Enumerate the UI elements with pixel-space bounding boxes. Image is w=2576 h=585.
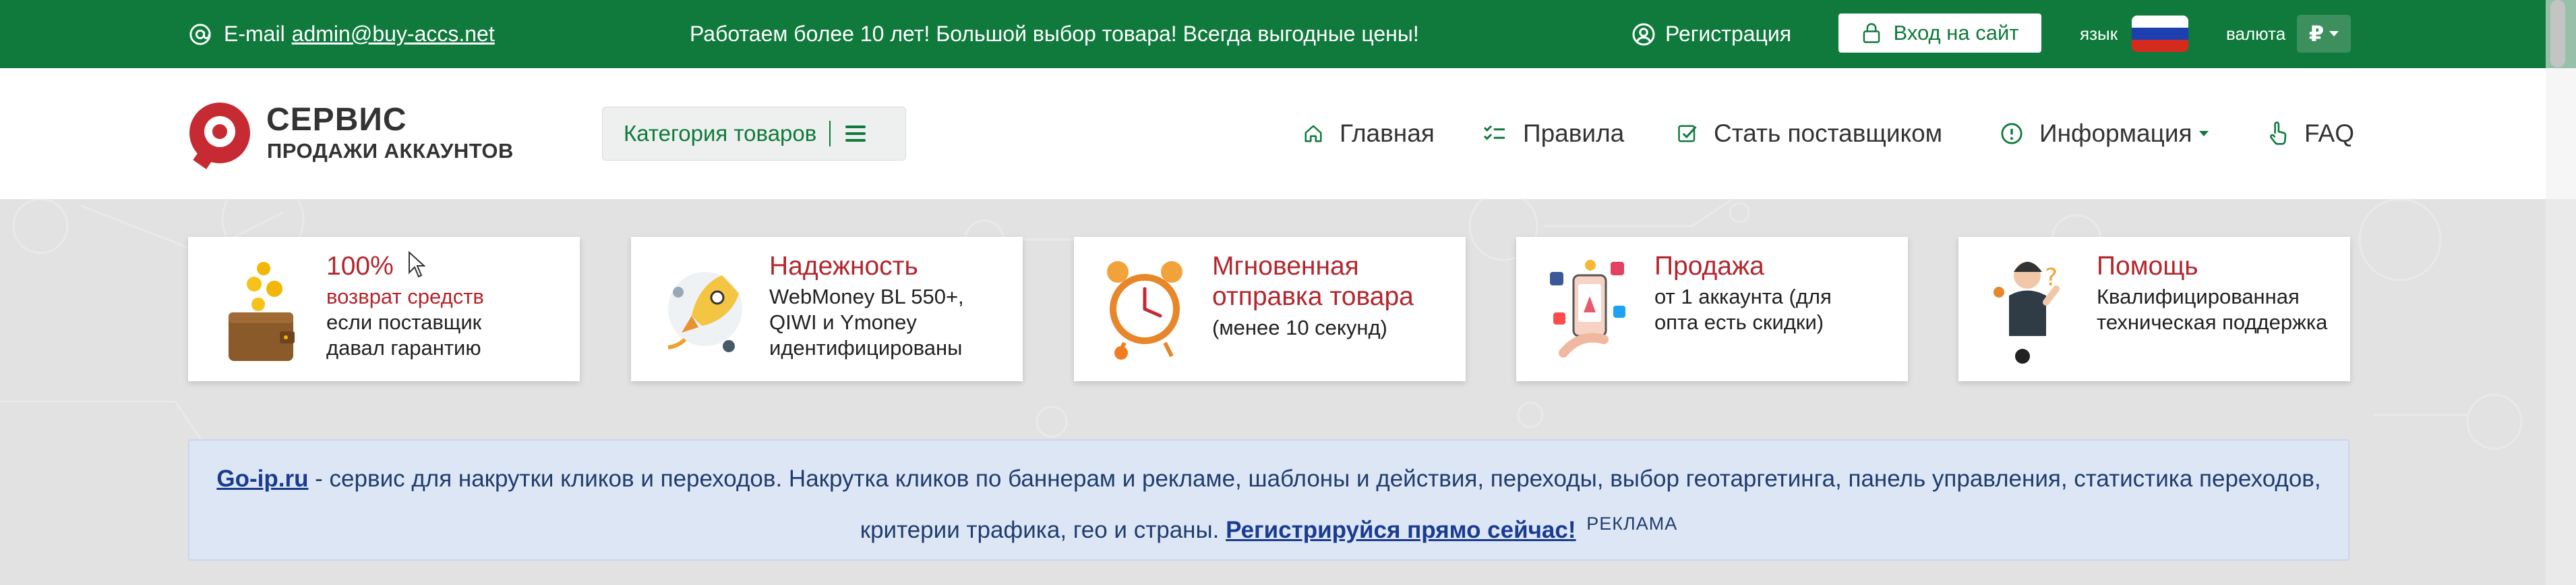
checkbox-icon: [1678, 125, 1697, 142]
feature-card-refund: 100% возврат средств если поставщик дава…: [188, 237, 580, 381]
ad-link[interactable]: Go-ip.ru: [216, 466, 308, 492]
email-label: E-mail: [224, 22, 285, 46]
language-label: язык: [2080, 24, 2118, 44]
feature-title: Продажа: [1654, 252, 1764, 281]
logo-title[interactable]: СЕРВИС: [266, 101, 407, 138]
nav-faq-label: FAQ: [2304, 119, 2355, 147]
checklist-icon: [1483, 125, 1505, 140]
slogan: Работаем более 10 лет! Большой выбор тов…: [690, 22, 1419, 46]
nav-become-supplier[interactable]: Стать поставщиком: [1677, 113, 1942, 154]
logo-icon[interactable]: [189, 103, 250, 169]
feature-accent: возврат средств: [326, 285, 484, 308]
support-person-icon: ?: [1994, 262, 2060, 364]
home-icon: [1305, 125, 1322, 142]
nav-info[interactable]: Информация: [2000, 113, 2209, 154]
ad-banner: Go-ip.ru - сервис для накрутки кликов и …: [188, 439, 2349, 561]
feature-title: 100%: [326, 252, 394, 281]
user-circle-icon: [1632, 23, 1655, 45]
feature-description: WebMoney BL 550+, QIWI и Ymoney идентифи…: [769, 285, 964, 360]
feature-description: (менее 10 секунд): [1212, 316, 1387, 339]
email-link[interactable]: admin@buy-accs.net: [292, 22, 495, 47]
feature-title: Мгновенная отправка товара: [1212, 252, 1414, 311]
nav-faq[interactable]: FAQ: [2268, 113, 2354, 154]
category-button-label: Категория товаров: [624, 121, 817, 146]
feature-title: Надежность: [769, 252, 918, 281]
email-block: E-mail admin@buy-accs.net: [189, 0, 495, 68]
ad-cta-link[interactable]: Регистрируйся прямо сейчас!: [1226, 517, 1576, 543]
rocket-icon: [667, 272, 742, 352]
chevron-down-icon: [2198, 131, 2209, 136]
feature-card-instant: Мгновенная отправка товара (менее 10 сек…: [1074, 237, 1466, 381]
category-button[interactable]: Категория товаров: [602, 107, 906, 161]
currency-dropdown[interactable]: ₽: [2297, 15, 2351, 53]
register-label: Регистрация: [1665, 22, 1792, 46]
menu-icon: [845, 126, 866, 142]
feature-card-support: ? Помощь Квалифицированная техническая п…: [1958, 237, 2350, 381]
register-link[interactable]: Регистрация: [1631, 0, 1791, 68]
login-label: Вход на сайт: [1893, 21, 2019, 45]
russian-flag-icon[interactable]: [2132, 16, 2188, 52]
logo-subtitle[interactable]: ПРОДАЖИ АККАУНТОВ: [267, 139, 514, 163]
nav-rules-label: Правила: [1523, 119, 1625, 147]
nav-rules[interactable]: Правила: [1482, 113, 1624, 154]
wallet-coins-icon: [229, 262, 295, 361]
chevron-down-icon: [2329, 31, 2339, 36]
scrollbar[interactable]: [2546, 0, 2576, 585]
login-button[interactable]: Вход на сайт: [1838, 13, 2041, 53]
info-icon: [2001, 123, 2023, 144]
feature-description: Квалифицированная техническая поддержка: [2097, 285, 2328, 334]
alarm-clock-icon: [1107, 261, 1182, 360]
currency-label: валюта: [2226, 24, 2286, 44]
at-sign-icon: [189, 23, 211, 45]
ruble-icon: ₽: [2308, 22, 2325, 46]
lock-icon: [1863, 23, 1880, 43]
feature-description: если поставщик давал гарантию: [326, 310, 482, 360]
feature-description: от 1 аккаунта (для опта есть скидки): [1654, 285, 1832, 334]
feature-card-reliability: Надежность WebMoney BL 550+, QIWI и Ymon…: [631, 237, 1023, 381]
nav-home[interactable]: Главная: [1303, 113, 1435, 154]
svg-text:?: ?: [2045, 264, 2058, 291]
feature-title: Помощь: [2097, 252, 2198, 281]
mouse-cursor-icon: [409, 251, 426, 278]
ad-tag: РЕКЛАМА: [1586, 513, 1678, 534]
phone-social-icon: [1550, 260, 1625, 358]
nav-info-label: Информация: [2039, 119, 2192, 147]
top-bar: E-mail admin@buy-accs.net Работаем более…: [0, 0, 2576, 68]
pointer-hand-icon: [2270, 121, 2287, 145]
scrollbar-thumb[interactable]: [2550, 0, 2565, 67]
nav-become-supplier-label: Стать поставщиком: [1714, 119, 1943, 147]
feature-card-sale: Продажа от 1 аккаунта (для опта есть ски…: [1516, 237, 1908, 381]
nav-home-label: Главная: [1340, 119, 1435, 147]
